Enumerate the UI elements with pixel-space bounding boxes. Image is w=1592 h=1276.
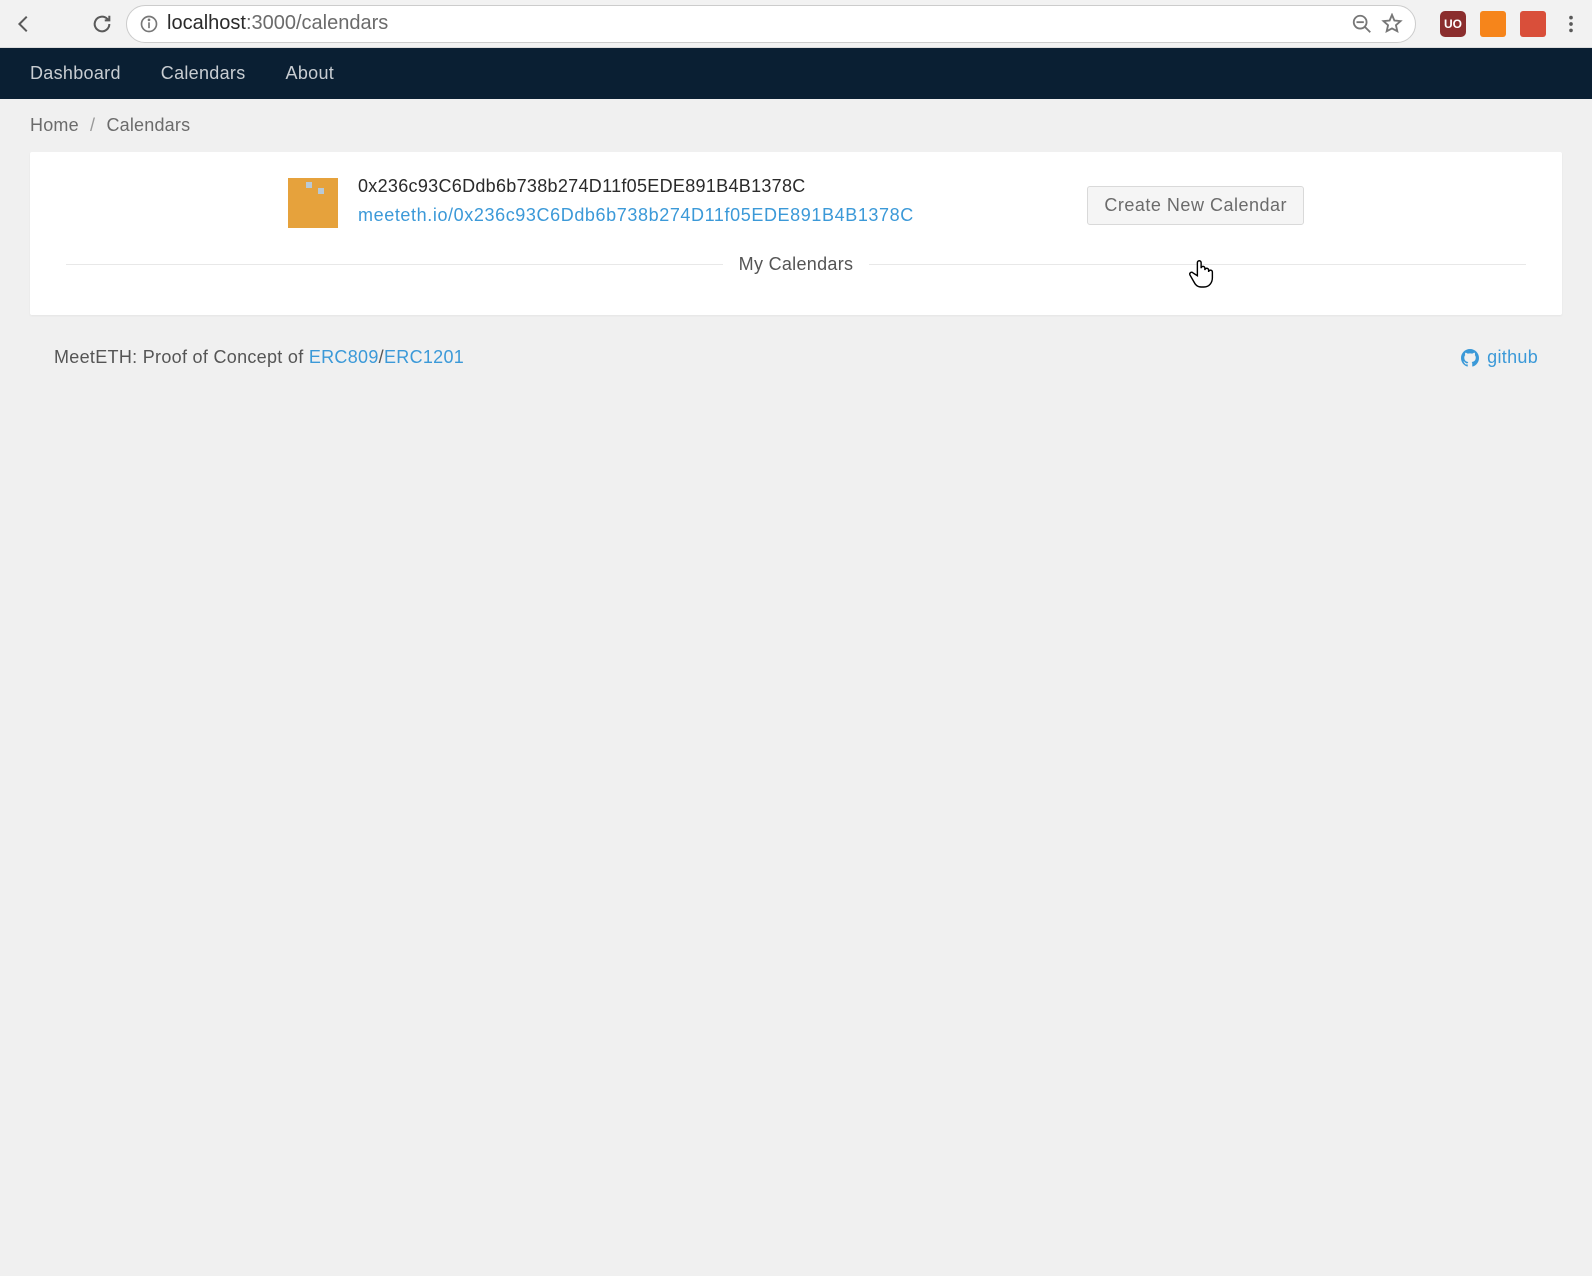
zoom-icon[interactable] <box>1351 13 1373 35</box>
erc1201-link[interactable]: ERC1201 <box>384 347 464 367</box>
bookmark-star-icon[interactable] <box>1381 13 1403 35</box>
back-button[interactable] <box>10 10 38 38</box>
nav-about[interactable]: About <box>286 48 363 99</box>
ublock-extension-icon[interactable]: UO <box>1440 11 1466 37</box>
main-card: 0x236c93C6Ddb6b738b274D11f05EDE891B4B137… <box>30 152 1562 315</box>
breadcrumb-sep: / <box>90 115 95 135</box>
nav-calendars[interactable]: Calendars <box>161 48 274 99</box>
main-nav: Dashboard Calendars About <box>0 48 1592 99</box>
footer-left: MeetETH: Proof of Concept of ERC809/ERC1… <box>54 347 464 368</box>
extension-icon[interactable] <box>1520 11 1546 37</box>
section-title: My Calendars <box>723 254 870 275</box>
profile-row: 0x236c93C6Ddb6b738b274D11f05EDE891B4B137… <box>48 176 1544 228</box>
footer-prefix: MeetETH: Proof of Concept of <box>54 347 309 367</box>
divider-line-right <box>869 264 1526 265</box>
github-link[interactable]: github <box>1461 347 1538 368</box>
create-calendar-button[interactable]: Create New Calendar <box>1087 186 1304 225</box>
url-path: :3000/calendars <box>246 12 388 34</box>
erc809-link[interactable]: ERC809 <box>309 347 379 367</box>
browser-chrome: localhost:3000/calendars UO <box>0 0 1592 48</box>
url-host: localhost <box>167 12 246 34</box>
profile-link[interactable]: meeteth.io/0x236c93C6Ddb6b738b274D11f05E… <box>358 205 1067 226</box>
extension-tray: UO <box>1440 11 1582 37</box>
metamask-extension-icon[interactable] <box>1480 11 1506 37</box>
section-divider: My Calendars <box>66 254 1526 275</box>
breadcrumb-current: Calendars <box>106 115 190 135</box>
divider-line-left <box>66 264 723 265</box>
reload-button[interactable] <box>88 10 116 38</box>
breadcrumb-home[interactable]: Home <box>30 115 79 135</box>
nav-dashboard[interactable]: Dashboard <box>30 48 149 99</box>
address-bar[interactable]: localhost:3000/calendars <box>126 5 1416 43</box>
github-label: github <box>1487 347 1538 368</box>
github-icon <box>1461 349 1479 367</box>
avatar <box>288 178 338 228</box>
wallet-address: 0x236c93C6Ddb6b738b274D11f05EDE891B4B137… <box>358 176 1067 197</box>
breadcrumb: Home / Calendars <box>0 99 1592 152</box>
kebab-menu-icon[interactable] <box>1560 13 1582 35</box>
footer: MeetETH: Proof of Concept of ERC809/ERC1… <box>30 331 1562 384</box>
info-icon <box>139 14 159 34</box>
